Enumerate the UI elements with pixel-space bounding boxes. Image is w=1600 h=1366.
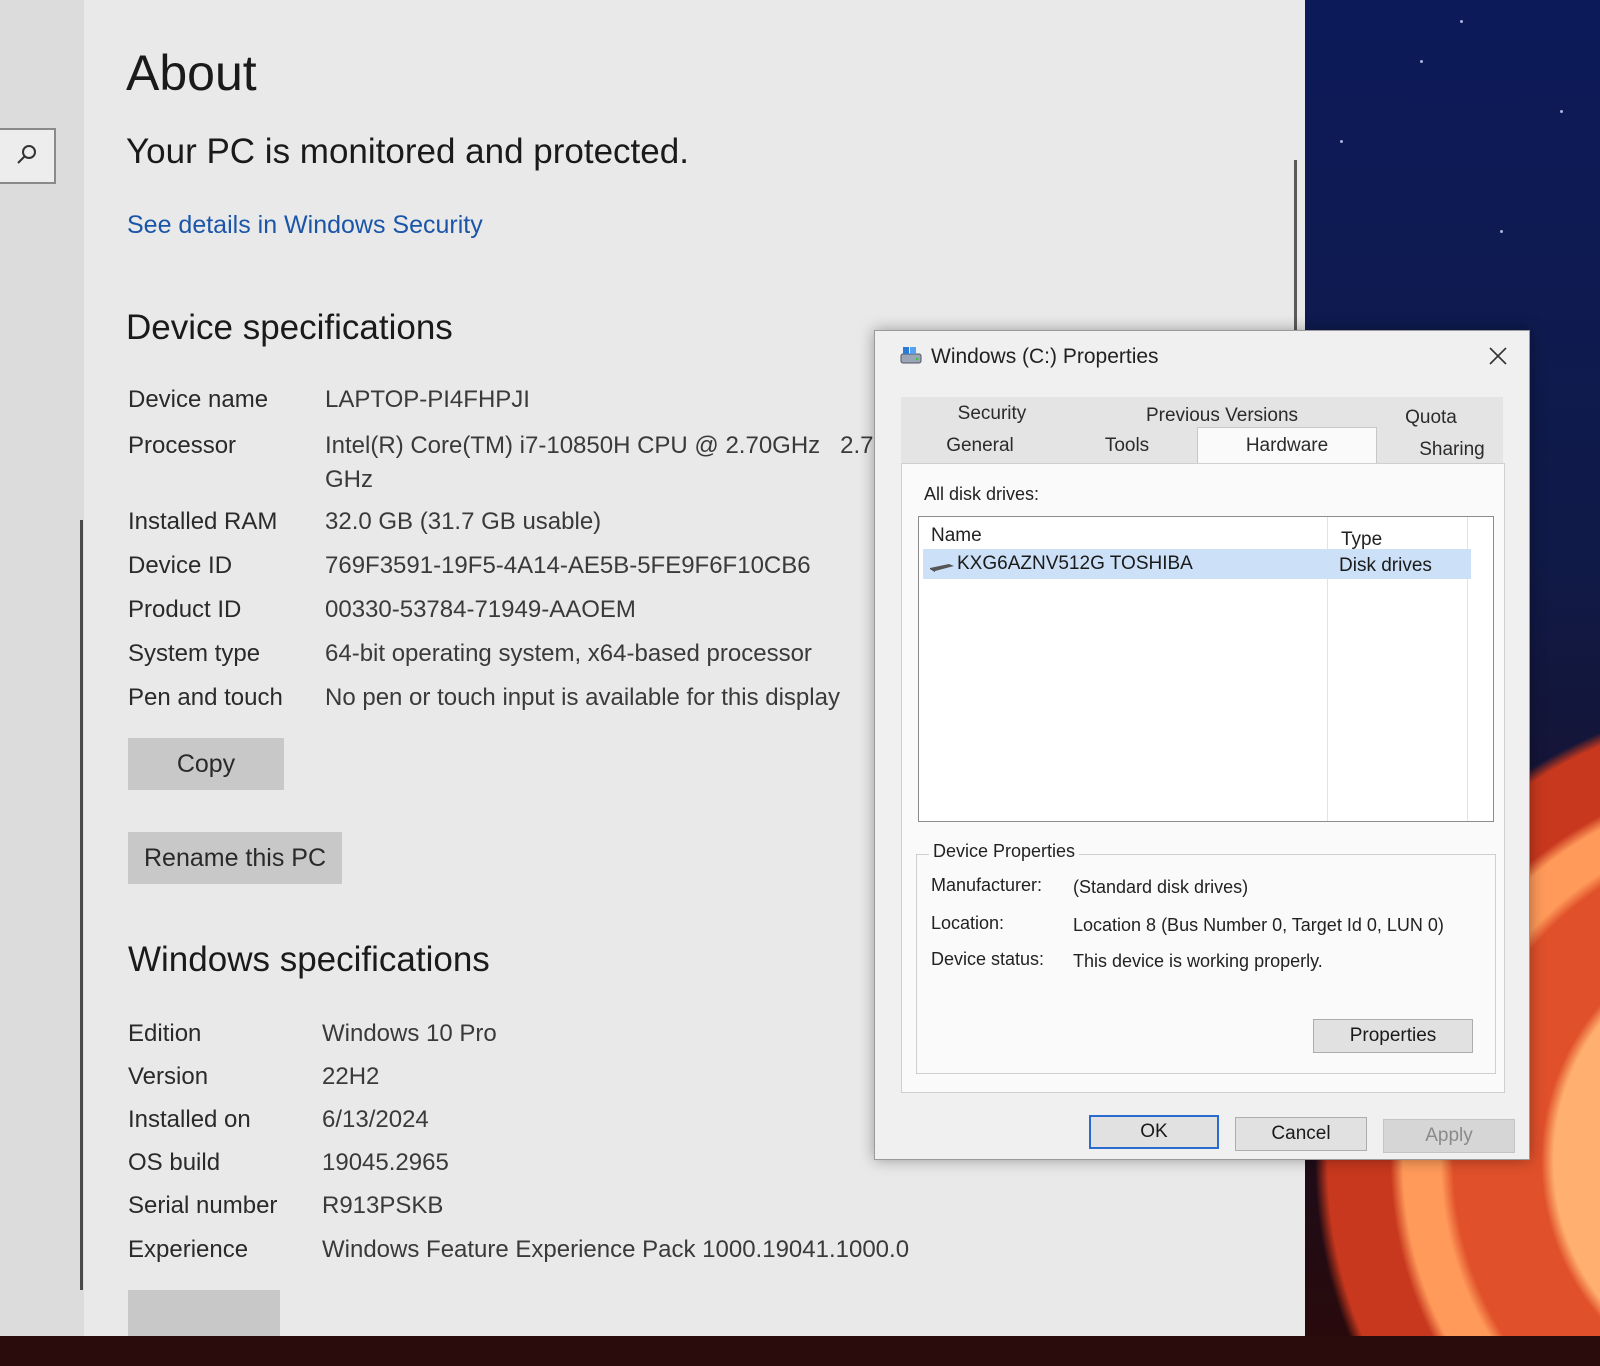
screen-bottom-edge (0, 1336, 1600, 1366)
dialog-title: Windows (C:) Properties (931, 345, 1159, 368)
spec-value: 6/13/2024 (322, 1106, 429, 1133)
spec-label: Edition (128, 1020, 202, 1047)
settings-nav-strip (0, 0, 84, 1336)
drive-type: Disk drives (1339, 555, 1432, 576)
spec-value: Windows 10 Pro (322, 1020, 497, 1047)
spec-value: 32.0 GB (31.7 GB usable) (325, 508, 602, 535)
star (1340, 140, 1343, 143)
spec-value: No pen or touch input is available for t… (325, 684, 840, 711)
spec-label: Installed on (128, 1106, 251, 1133)
spec-label: Product ID (128, 596, 242, 623)
scrollbar[interactable] (80, 520, 83, 1290)
list-item[interactable]: KXG6AZNV512G TOSHIBA Disk drives (923, 549, 1471, 579)
spec-value: 00330-53784-71949-AAOEM (325, 596, 636, 623)
group-legend: Device Properties (929, 841, 1080, 862)
apply-button[interactable]: Apply (1383, 1119, 1515, 1153)
location-value: Location 8 (Bus Number 0, Target Id 0, L… (1073, 915, 1444, 935)
page-title: About (126, 45, 257, 101)
protection-status: Your PC is monitored and protected. (126, 132, 689, 171)
spec-label: OS build (128, 1149, 221, 1176)
spec-label: Serial number (128, 1192, 278, 1219)
spec-value: 19045.2965 (322, 1149, 449, 1176)
cut-off-button[interactable] (128, 1290, 280, 1336)
spec-value: 22H2 (322, 1063, 380, 1090)
star (1500, 230, 1503, 233)
tab-general[interactable]: General (905, 431, 1055, 461)
star (1560, 110, 1563, 113)
location-label: Location: (931, 913, 1005, 933)
tab-sharing[interactable]: Sharing (1379, 435, 1525, 465)
device-status-value: This device is working properly. (1073, 951, 1323, 971)
tab-tools[interactable]: Tools (1059, 431, 1195, 461)
drive-properties-dialog: Windows (C:) Properties Security Previou… (874, 330, 1530, 1160)
close-button[interactable] (1483, 343, 1513, 373)
windows-specs-heading: Windows specifications (128, 940, 490, 979)
hardware-panel: All disk drives: Name Type KXG6AZNV512G … (901, 463, 1505, 1093)
tab-hardware[interactable]: Hardware (1197, 427, 1377, 464)
star (1460, 20, 1463, 23)
search-button[interactable] (0, 128, 56, 184)
spec-value: Windows Feature Experience Pack 1000.190… (322, 1236, 910, 1263)
disk-drive-icon (929, 559, 955, 577)
device-specs-heading: Device specifications (126, 308, 453, 347)
column-header-type[interactable]: Type (1341, 529, 1382, 551)
spec-value: Intel(R) Core(TM) i7-10850H CPU @ 2.70GH… (325, 432, 887, 459)
spec-label: Version (128, 1063, 209, 1090)
spec-label: Installed RAM (128, 508, 278, 535)
spec-value: 769F3591-19F5-4A14-AE5B-5FE9F6F10CB6 (325, 552, 811, 579)
all-disk-drives-label: All disk drives: (924, 484, 1040, 504)
spec-label: Experience (128, 1236, 249, 1263)
spec-label: System type (128, 640, 261, 667)
column-header-name[interactable]: Name (931, 525, 982, 547)
tab-quota[interactable]: Quota (1361, 403, 1501, 433)
device-status-label: Device status: (931, 949, 1045, 969)
spec-label: Processor (128, 432, 237, 459)
drive-icon (899, 345, 923, 367)
rename-pc-button[interactable]: Rename this PC (128, 832, 342, 884)
spec-value-continued: GHz (325, 466, 373, 493)
disk-drive-list[interactable]: Name Type KXG6AZNV512G TOSHIBA Disk driv… (918, 516, 1494, 822)
properties-button[interactable]: Properties (1313, 1019, 1473, 1053)
star (1420, 60, 1423, 63)
spec-value: R913PSKB (322, 1192, 444, 1219)
close-icon (1488, 346, 1508, 371)
windows-security-link[interactable]: See details in Windows Security (127, 211, 483, 240)
spec-label: Device name (128, 386, 269, 413)
search-icon (15, 142, 39, 171)
tab-security[interactable]: Security (905, 399, 1079, 429)
ok-button[interactable]: OK (1089, 1115, 1219, 1149)
device-properties-group: Device Properties Manufacturer: (Standar… (916, 841, 1496, 1074)
cancel-button[interactable]: Cancel (1235, 1117, 1367, 1151)
spec-label: Device ID (128, 552, 233, 579)
copy-button[interactable]: Copy (128, 738, 284, 790)
spec-value: 64-bit operating system, x64-based proce… (325, 640, 812, 667)
manufacturer-value: (Standard disk drives) (1073, 877, 1249, 897)
manufacturer-label: Manufacturer: (931, 875, 1043, 895)
spec-label: Pen and touch (128, 684, 283, 711)
spec-value: LAPTOP-PI4FHPJI (325, 386, 530, 413)
scrollbar[interactable] (1294, 160, 1297, 340)
drive-name: KXG6AZNV512G TOSHIBA (957, 553, 1193, 574)
